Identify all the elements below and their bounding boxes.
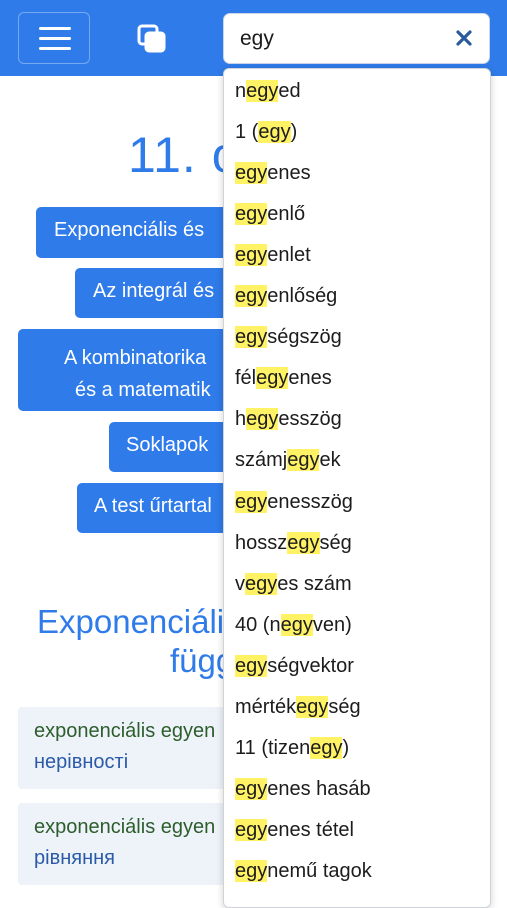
suggestion-text: enesszög xyxy=(267,490,353,513)
suggestion-item[interactable]: számjegyek xyxy=(235,440,341,480)
term-card[interactable]: exponenciális egyen нерівності xyxy=(18,707,258,789)
suggestion-match-highlight: egy xyxy=(235,162,268,185)
suggestion-match-highlight: egy xyxy=(235,490,268,513)
suggestion-match-highlight: egy xyxy=(235,859,268,882)
suggestion-text: 11 (tizen xyxy=(235,736,311,759)
suggestion-text: enes tétel xyxy=(267,818,354,841)
suggestion-item[interactable]: egyenesszög xyxy=(235,482,353,522)
topic-button-integral[interactable]: Az integrál és xyxy=(75,268,245,318)
suggestion-item[interactable]: egyenlőség xyxy=(235,276,337,316)
topic-button-volume[interactable]: A test űrtartal xyxy=(77,483,247,533)
suggestion-item[interactable]: egyenes tétel xyxy=(235,810,354,850)
suggestion-text: számj xyxy=(235,449,288,472)
suggestion-text: es szám xyxy=(277,572,352,595)
suggestion-item[interactable]: egyenlet xyxy=(235,235,311,275)
topic-button-polyhedra[interactable]: Soklapok xyxy=(109,422,239,472)
suggestion-text: ven) xyxy=(312,613,352,636)
suggestion-match-highlight: egy xyxy=(258,121,291,144)
suggestion-match-highlight: egy xyxy=(235,654,268,677)
suggestion-text: mérték xyxy=(235,695,297,718)
suggestion-item[interactable]: mértékegység xyxy=(235,687,361,727)
suggestion-item[interactable]: egységszög xyxy=(235,317,342,357)
topic-button-label: és a matematik xyxy=(75,379,211,401)
suggestion-text: ség xyxy=(319,531,352,554)
topic-button-exponential[interactable]: Exponenciális és xyxy=(36,207,236,258)
suggestion-item[interactable]: vegyes szám xyxy=(235,564,352,604)
copy-icon[interactable] xyxy=(136,23,168,55)
suggestion-item[interactable]: 11 (tizenegy) xyxy=(235,728,349,768)
suggestion-text: ségszög xyxy=(267,326,342,349)
topic-button-combinatorics[interactable]: A kombinatorika és a matematik xyxy=(18,329,248,411)
suggestion-match-highlight: egy xyxy=(235,285,268,308)
suggestion-match-highlight: egy xyxy=(235,203,268,226)
suggestion-text: fél xyxy=(235,367,257,390)
topic-button-label: A kombinatorika xyxy=(64,347,207,369)
suggestion-text: enes xyxy=(267,162,311,185)
suggestion-match-highlight: egy xyxy=(235,777,268,800)
suggestion-item[interactable]: egyenes xyxy=(235,153,311,193)
suggestion-text: h xyxy=(235,408,247,431)
suggestion-match-highlight: egy xyxy=(235,326,268,349)
suggestion-text: ) xyxy=(342,736,350,759)
suggestion-text: 1 ( xyxy=(235,121,259,144)
suggestion-text: ség xyxy=(328,695,361,718)
suggestion-match-highlight: egy xyxy=(280,613,313,636)
suggestion-item[interactable]: egyenlő xyxy=(235,194,305,234)
suggestion-text: nemű tagok xyxy=(267,859,372,882)
suggestion-item[interactable]: 40 (negyven) xyxy=(235,605,352,645)
suggestion-text: ek xyxy=(319,449,341,472)
suggestion-match-highlight: egy xyxy=(256,367,289,390)
suggestion-text: enlőség xyxy=(267,285,338,308)
hamburger-icon-line xyxy=(39,47,71,50)
suggestion-match-highlight: egy xyxy=(287,531,320,554)
suggestion-item[interactable]: hosszegység xyxy=(235,523,352,563)
hamburger-icon-line xyxy=(39,37,71,40)
topic-button-label: Exponenciális és xyxy=(54,219,205,241)
suggestion-match-highlight: egy xyxy=(296,695,329,718)
suggestion-text: hossz xyxy=(235,531,288,554)
close-icon[interactable] xyxy=(453,27,475,49)
suggestion-text: v xyxy=(235,572,245,595)
suggestion-text: enes hasáb xyxy=(267,777,371,800)
suggestion-text: enes xyxy=(288,367,332,390)
suggestion-item[interactable]: egységvektor xyxy=(235,646,354,686)
suggestion-item[interactable]: félegyenes xyxy=(235,358,332,398)
suggestion-item[interactable]: hegyesszög xyxy=(235,399,342,439)
suggestion-match-highlight: egy xyxy=(246,80,279,102)
suggestion-item[interactable]: negyed xyxy=(235,71,301,111)
suggestion-match-highlight: egy xyxy=(310,736,343,759)
term-card[interactable]: exponenciális egyen рівняння xyxy=(18,803,258,885)
suggestion-item[interactable]: egyenes hasáb xyxy=(235,769,371,809)
suggestion-match-highlight: egy xyxy=(287,449,320,472)
suggestion-text: ) xyxy=(290,121,298,144)
suggestion-text: 40 (n xyxy=(235,613,281,636)
suggestion-text: ed xyxy=(278,80,301,102)
search-box xyxy=(223,13,490,64)
suggestion-text: n xyxy=(235,80,247,102)
suggestion-match-highlight: egy xyxy=(235,244,268,267)
menu-button[interactable] xyxy=(18,12,90,64)
suggestion-item[interactable]: egynemű tagok xyxy=(235,851,372,891)
hamburger-icon-line xyxy=(39,27,71,30)
search-input[interactable] xyxy=(224,14,444,63)
suggestion-match-highlight: egy xyxy=(245,572,278,595)
suggestion-text: esszög xyxy=(278,408,342,431)
suggestion-match-highlight: egy xyxy=(246,408,279,431)
suggestion-text: ségvektor xyxy=(267,654,354,677)
top-bar xyxy=(0,0,507,76)
suggestion-match-highlight: egy xyxy=(235,818,268,841)
suggestion-text: enlő xyxy=(267,203,306,226)
autocomplete-dropdown: negyed 1 (egy) egyenes egyenlő egyenlet egyen… xyxy=(223,68,491,908)
suggestion-text: enlet xyxy=(267,244,311,267)
suggestion-item[interactable]: 1 (egy) xyxy=(235,112,297,152)
section-title: Exponenciáli xyxy=(37,603,225,640)
